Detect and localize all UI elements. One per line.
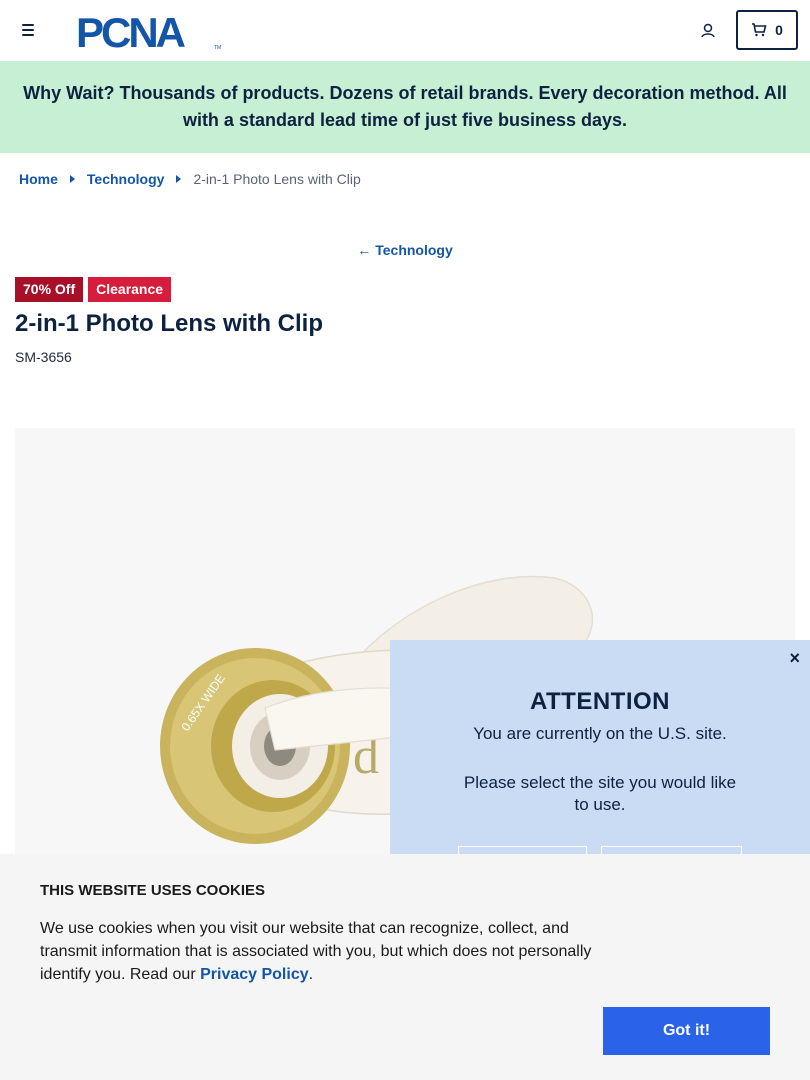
attention-title: ATTENTION [529, 688, 671, 715]
breadcrumb-separator-icon [69, 175, 75, 183]
cart-icon [752, 23, 767, 37]
close-icon[interactable]: × [789, 648, 800, 669]
cookie-banner: THIS WEBSITE USES COOKIES We use cookies… [0, 854, 810, 1080]
cookie-title: THIS WEBSITE USES COOKIES [40, 882, 266, 899]
attention-message: You are currently on the U.S. site. [473, 724, 727, 743]
discount-badge: 70% Off [15, 277, 84, 302]
cookie-text: We use cookies when you visit our websit… [40, 917, 610, 986]
back-link-label: Technology [375, 242, 453, 258]
cart-button[interactable]: 0 [736, 10, 798, 50]
attention-prompt: Please select the site you would like to… [463, 773, 737, 814]
clearance-badge: Clearance [88, 277, 172, 302]
svg-text:PCNA: PCNA [76, 9, 186, 51]
promo-banner: Why Wait? Thousands of products. Dozens … [0, 61, 810, 153]
cart-count: 0 [775, 22, 783, 38]
product-title: 2-in-1 Photo Lens with Clip [15, 310, 323, 337]
product-sku: SM-3656 [15, 349, 72, 365]
region-selection-popup: × ATTENTION You are currently on the U.S… [390, 640, 810, 886]
site-header: PCNA TM 0 [0, 0, 810, 61]
back-to-category-link[interactable]: ← Technology [0, 242, 810, 258]
breadcrumb-current: 2-in-1 Photo Lens with Clip [193, 171, 361, 187]
promo-text: Why Wait? Thousands of products. Dozens … [23, 83, 787, 130]
privacy-policy-link[interactable]: Privacy Policy [200, 966, 309, 983]
cookie-text-end: . [308, 966, 314, 983]
hamburger-menu-icon[interactable] [19, 21, 37, 39]
cookie-body-text: We use cookies when you visit our websit… [40, 920, 592, 983]
svg-text:TM: TM [214, 45, 221, 51]
breadcrumb-home-link[interactable]: Home [19, 171, 58, 187]
arrow-left-icon: ← [357, 242, 372, 258]
account-user-icon[interactable] [698, 21, 718, 41]
breadcrumb-separator-icon [176, 175, 182, 183]
product-badges: 70% Off Clearance [15, 277, 172, 302]
breadcrumb-technology-link[interactable]: Technology [87, 171, 165, 187]
accept-cookies-button[interactable]: Got it! [603, 1007, 770, 1055]
breadcrumb: Home Technology 2-in-1 Photo Lens with C… [19, 170, 361, 188]
pcna-logo[interactable]: PCNA TM [74, 9, 226, 56]
